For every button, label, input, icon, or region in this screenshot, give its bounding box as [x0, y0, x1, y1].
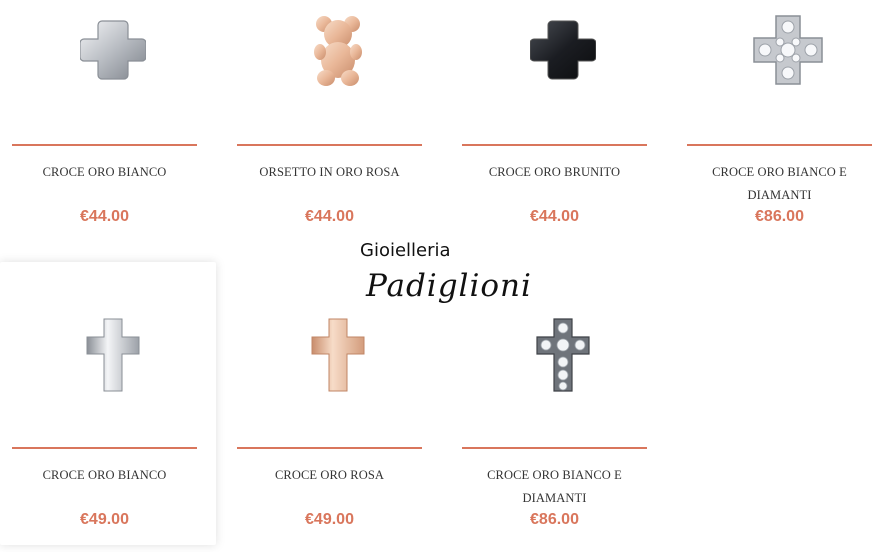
product-price: €49.00 [305, 511, 354, 528]
product-name[interactable]: ORSETTO IN ORO ROSA [237, 161, 422, 184]
product-card[interactable]: CROCE ORO BIANCO €44.00 [0, 0, 225, 245]
product-price: €44.00 [305, 208, 354, 225]
product-divider [237, 144, 422, 146]
product-name[interactable]: CROCE ORO BRUNITO [462, 161, 647, 184]
rose-gold-teddy-bear-icon [313, 16, 362, 86]
product-card[interactable]: CROCE ORO BRUNITO €44.00 [450, 0, 675, 245]
burnished-gold-plus-cross-icon [529, 20, 596, 80]
product-card[interactable]: CROCE ORO BIANCO E DIAMANTI €86.00 [450, 262, 675, 545]
product-divider [12, 447, 197, 449]
product-divider [462, 447, 647, 449]
product-image[interactable] [450, 300, 675, 410]
product-image[interactable] [450, 0, 675, 100]
watermark-gioielleria: Gioielleria [360, 240, 451, 261]
product-name[interactable]: CROCE ORO ROSA [237, 464, 422, 487]
rose-gold-latin-cross-icon [311, 318, 364, 392]
product-price: €44.00 [530, 208, 579, 225]
product-name[interactable]: CROCE ORO BIANCO E DIAMANTI [462, 464, 647, 510]
product-image[interactable] [0, 300, 225, 410]
product-price: €44.00 [80, 208, 129, 225]
white-gold-latin-cross-icon [86, 318, 139, 392]
white-gold-plus-cross-icon [79, 20, 146, 80]
product-name[interactable]: CROCE ORO BIANCO [12, 161, 197, 184]
product-divider [687, 144, 872, 146]
product-divider [237, 447, 422, 449]
product-image[interactable] [225, 300, 450, 410]
diamond-plus-cross-icon [752, 15, 823, 85]
product-divider [462, 144, 647, 146]
product-card[interactable]: CROCE ORO ROSA €49.00 [225, 262, 450, 545]
product-price: €86.00 [530, 511, 579, 528]
product-name[interactable]: CROCE ORO BIANCO E DIAMANTI [687, 161, 872, 207]
product-price: €49.00 [80, 511, 129, 528]
diamond-latin-cross-icon [535, 318, 590, 392]
product-image[interactable] [675, 0, 880, 100]
product-image[interactable] [0, 0, 225, 100]
product-divider [12, 144, 197, 146]
product-card[interactable]: ORSETTO IN ORO ROSA €44.00 [225, 0, 450, 245]
product-name[interactable]: CROCE ORO BIANCO [12, 464, 197, 487]
product-card[interactable]: CROCE ORO BIANCO E DIAMANTI €86.00 [675, 0, 880, 245]
product-image[interactable] [225, 0, 450, 100]
product-price: €86.00 [755, 208, 804, 225]
product-card[interactable]: CROCE ORO BIANCO €49.00 [0, 262, 216, 545]
